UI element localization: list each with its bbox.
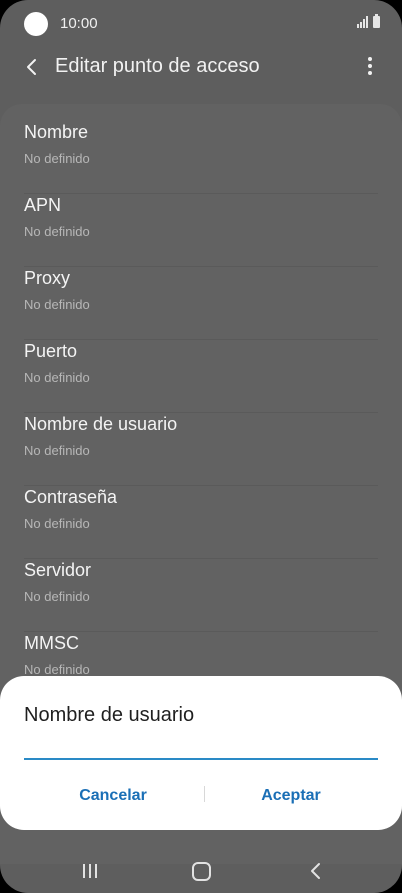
- setting-item-nombre[interactable]: Nombre No definido: [0, 122, 402, 194]
- home-icon[interactable]: [192, 862, 211, 881]
- signal-icon: [357, 16, 368, 28]
- setting-value: No definido: [24, 589, 90, 604]
- setting-item-proxy[interactable]: Proxy No definido: [0, 268, 402, 340]
- accept-button[interactable]: Aceptar: [201, 778, 381, 814]
- more-options-icon[interactable]: [358, 54, 382, 80]
- divider: [24, 193, 378, 194]
- phone-screen: 10:00 Editar punto de acceso Nombre No d…: [0, 0, 402, 893]
- divider: [24, 485, 378, 486]
- setting-label: Contraseña: [24, 487, 118, 507]
- setting-value: No definido: [24, 516, 90, 531]
- navigation-bar: [0, 848, 402, 893]
- setting-value: No definido: [24, 151, 90, 166]
- back-arrow-icon[interactable]: [20, 54, 46, 80]
- setting-label: Proxy: [24, 268, 71, 288]
- setting-value: No definido: [24, 370, 90, 385]
- recent-apps-icon[interactable]: [80, 862, 100, 880]
- dialog-title: Nombre de usuario: [24, 704, 195, 726]
- nav-back-icon[interactable]: [306, 860, 326, 882]
- setting-item-puerto[interactable]: Puerto No definido: [0, 341, 402, 413]
- app-bar: Editar punto de acceso: [0, 46, 402, 90]
- setting-label: APN: [24, 195, 62, 215]
- setting-value: No definido: [24, 297, 90, 312]
- setting-item-servidor[interactable]: Servidor No definido: [0, 560, 402, 632]
- divider: [24, 339, 378, 340]
- setting-label: Nombre: [24, 122, 89, 142]
- setting-value: No definido: [24, 662, 90, 677]
- setting-label: Nombre de usuario: [24, 414, 178, 434]
- setting-label: Servidor: [24, 560, 92, 580]
- setting-label: MMSC: [24, 633, 79, 653]
- setting-value: No definido: [24, 224, 90, 239]
- cancel-button[interactable]: Cancelar: [23, 778, 203, 814]
- camera-cutout: [24, 12, 48, 36]
- setting-item-contrasena[interactable]: Contraseña No definido: [0, 487, 402, 559]
- divider: [24, 558, 378, 559]
- setting-value: No definido: [24, 443, 90, 458]
- battery-icon: [373, 14, 380, 28]
- divider: [24, 266, 378, 267]
- username-dialog: Nombre de usuario Cancelar Aceptar: [0, 676, 402, 830]
- clock: 10:00: [60, 15, 98, 32]
- setting-label: Puerto: [24, 341, 78, 361]
- page-title: Editar punto de acceso: [55, 55, 260, 77]
- system-icons: [357, 14, 380, 28]
- setting-item-nombre-de-usuario[interactable]: Nombre de usuario No definido: [0, 414, 402, 486]
- username-input[interactable]: [24, 734, 378, 760]
- setting-item-apn[interactable]: APN No definido: [0, 195, 402, 267]
- divider: [24, 412, 378, 413]
- divider: [24, 631, 378, 632]
- status-bar: 10:00: [0, 0, 402, 46]
